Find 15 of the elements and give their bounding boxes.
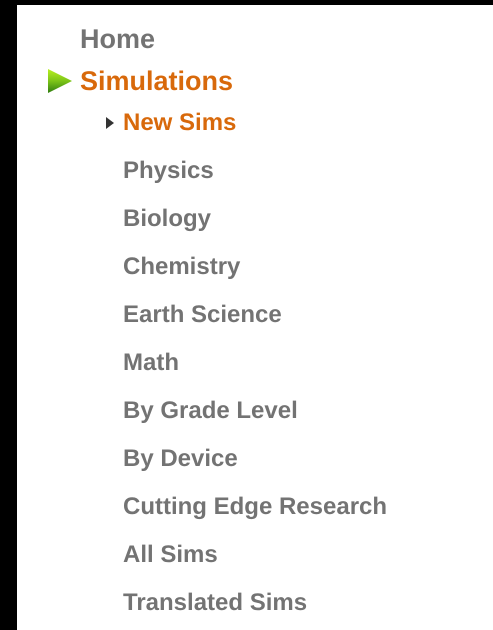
triangle-icon <box>106 117 114 129</box>
submenu-link[interactable]: New Sims <box>123 109 236 137</box>
submenu-link[interactable]: By Device <box>123 445 238 473</box>
submenu-link[interactable]: By Grade Level <box>123 397 298 425</box>
submenu-link[interactable]: Biology <box>123 205 211 233</box>
submenu-link[interactable]: Cutting Edge Research <box>123 493 388 521</box>
play-arrow-icon <box>47 68 73 94</box>
submenu-link[interactable]: Physics <box>123 157 214 185</box>
submenu-link[interactable]: Math <box>123 349 179 377</box>
menu-link[interactable]: Simulations <box>80 66 234 96</box>
submenu-link[interactable]: Translated Sims <box>123 589 308 617</box>
submenu-link[interactable]: All Sims <box>123 541 218 569</box>
submenu-link[interactable]: Chemistry <box>123 253 240 281</box>
submenu-link[interactable]: Earth Science <box>123 301 282 329</box>
menu-link[interactable]: Home <box>80 24 156 54</box>
